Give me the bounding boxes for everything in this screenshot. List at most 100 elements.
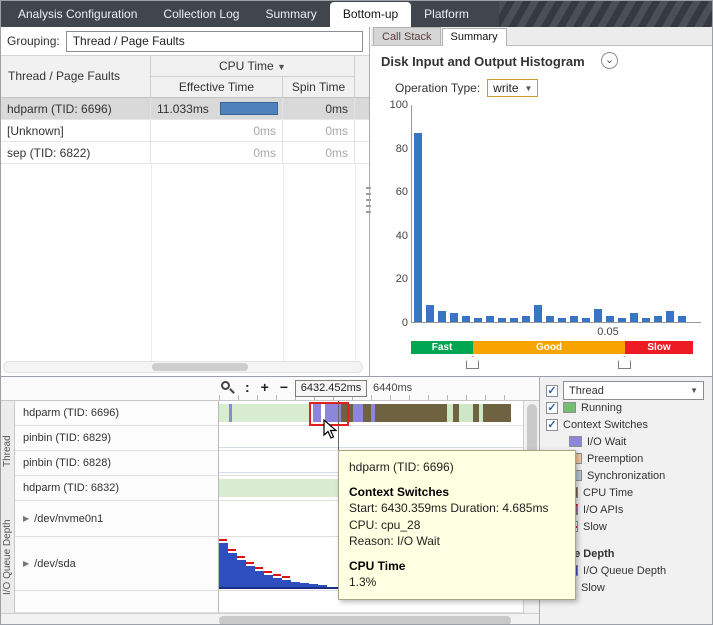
timeline-row-label[interactable]: ▶/dev/nvme0n1 [15, 501, 219, 537]
tab-bottom-up[interactable]: Bottom-up [330, 2, 411, 27]
legend-item-i-o-wait[interactable]: I/O Wait [569, 433, 710, 450]
histogram-bar [570, 316, 578, 323]
legend-item-running[interactable]: ✓ Running [546, 399, 710, 416]
legend-item-context-switches[interactable]: ✓ Context Switches [546, 416, 710, 433]
ruler-tick [447, 395, 448, 400]
timeline-row-label[interactable]: pinbin (TID: 6829) [15, 426, 219, 451]
row-group-strip: Thread I/O Queue Depth [1, 401, 15, 613]
effective-time-value: 0ms [151, 142, 283, 163]
ruler-tick [428, 395, 429, 400]
cursor-time-readout: 6432.452ms [295, 380, 367, 397]
histogram-bar [534, 305, 542, 322]
legend-item-slow[interactable]: Slow [565, 518, 710, 535]
grouping-value: Thread / Page Faults [73, 34, 185, 48]
histogram-bar [594, 309, 602, 322]
timeline-segment [255, 567, 263, 569]
timeline-segment [273, 578, 282, 587]
histogram-bar [450, 313, 458, 322]
group-label-thread: Thread [2, 401, 14, 501]
threshold-slider-left[interactable] [466, 356, 479, 369]
thread-view-dropdown[interactable]: Thread▼ [563, 381, 704, 400]
legend-label: Context Switches [563, 419, 648, 431]
zone-good: Good [473, 341, 625, 354]
timeline-horizontal-scrollbar[interactable] [1, 613, 539, 625]
legend-label: Synchronization [587, 470, 665, 482]
timeline-segment [273, 574, 281, 576]
timeline-row-label-empty [15, 591, 219, 613]
timeline-segment [219, 539, 227, 541]
column-header-spin-time[interactable]: Spin Time [283, 77, 355, 98]
timeline-segment [255, 571, 264, 587]
timeline-segment [447, 404, 453, 422]
spin-time-value: 0ms [283, 120, 355, 141]
row-label-text: pinbin (TID: 6829) [23, 432, 111, 444]
legend-label: Running [581, 402, 622, 414]
grid-horizontal-scrollbar[interactable] [3, 361, 363, 373]
checkbox-checked[interactable]: ✓ [546, 419, 558, 431]
timeline-segment [282, 576, 290, 578]
timeline-track-pinbin-6829[interactable] [219, 426, 523, 451]
tooltip-section-heading: Context Switches [349, 484, 565, 500]
expand-triangle-icon[interactable]: ▶ [23, 514, 29, 523]
ruler-tick [409, 395, 410, 400]
table-row-sep[interactable]: sep (TID: 6822) 0ms 0ms [1, 142, 369, 164]
legend-item-i-o-queue-depth[interactable]: I/O Queue Depth [565, 562, 710, 579]
timeline-row-label[interactable]: pinbin (TID: 6828) [15, 451, 219, 476]
legend-item-i-o-apis[interactable]: I/O APIs [565, 501, 710, 518]
tab-call-stack[interactable]: Call Stack [373, 27, 441, 45]
timeline-track-hdparm-6696[interactable] [219, 401, 523, 426]
legend-item-preemption[interactable]: Preemption [569, 450, 710, 467]
operation-type-select[interactable]: write▼ [487, 79, 538, 97]
operation-type-value: write [493, 81, 518, 95]
zoom-in-icon[interactable]: + [261, 380, 269, 394]
tab-platform[interactable]: Platform [411, 2, 482, 27]
histogram-bar [582, 318, 590, 322]
zone-slow: Slow [625, 341, 693, 354]
column-header-cpu-time[interactable]: CPU Time ▼ [151, 56, 355, 77]
legend-item-synchronization[interactable]: Synchronization [569, 467, 710, 484]
table-row-unknown[interactable]: [Unknown] 0ms 0ms [1, 120, 369, 142]
scrollbar-thumb[interactable] [219, 616, 511, 625]
tab-summary-side[interactable]: Summary [442, 28, 507, 46]
scrollbar-thumb[interactable] [152, 363, 248, 371]
threshold-slider-right[interactable] [618, 356, 631, 369]
column-header-thread-page-faults[interactable]: Thread / Page Faults [1, 56, 151, 98]
mouse-cursor [323, 419, 338, 440]
table-row-hdparm[interactable]: hdparm (TID: 6696) 11.033ms 0ms [1, 98, 369, 120]
collapse-chevron-icon[interactable]: ⌄ [601, 52, 618, 69]
timeline-segment [237, 556, 245, 558]
histogram-bar [486, 316, 494, 323]
column-header-effective-time[interactable]: Effective Time [151, 77, 283, 98]
tooltip-section-heading: CPU Time [349, 558, 565, 574]
zoom-mode-colon: : [245, 380, 250, 394]
checkbox-checked[interactable]: ✓ [546, 402, 558, 414]
zoom-magnifier-icon[interactable] [221, 381, 234, 394]
timeline-tooltip: hdparm (TID: 6696) Context Switches Star… [338, 450, 576, 600]
ruler-tick [390, 395, 391, 400]
zoom-out-icon[interactable]: − [280, 380, 288, 394]
grouping-select[interactable]: Thread / Page Faults [66, 31, 363, 52]
ruler-tick [276, 395, 277, 400]
checkbox-checked[interactable]: ✓ [546, 385, 558, 397]
legend-item-thread[interactable]: ✓ Thread▼ [546, 382, 710, 399]
expand-triangle-icon[interactable]: ▶ [23, 559, 29, 568]
legend-item-cpu-time[interactable]: CPU Time [565, 484, 710, 501]
dropdown-arrow-icon: ▼ [690, 386, 698, 395]
histogram-bar [510, 318, 518, 322]
tab-analysis-configuration[interactable]: Analysis Configuration [5, 2, 150, 27]
stack-tab-bar: Call Stack Summary [371, 27, 713, 46]
timeline-row-label[interactable]: ▶/dev/sda [15, 537, 219, 591]
timeline-row-label[interactable]: hdparm (TID: 6832) [15, 476, 219, 501]
timeline-segment [219, 479, 345, 497]
histogram-bar [546, 316, 554, 323]
timeline-row-label[interactable]: hdparm (TID: 6696) [15, 401, 219, 426]
tab-summary[interactable]: Summary [252, 2, 329, 27]
row-name: sep (TID: 6822) [1, 142, 151, 163]
effective-time-value: 11.033ms [157, 102, 209, 116]
legend-swatch [569, 436, 582, 447]
histogram-bar [606, 316, 614, 323]
tab-collection-log[interactable]: Collection Log [150, 2, 252, 27]
y-axis-tick-label: 0 [378, 317, 408, 329]
histogram-bar [522, 316, 530, 323]
timeline-panel: : + − ↖ ↙ 6432.452ms 6440ms Thread I/O Q… [1, 377, 713, 625]
